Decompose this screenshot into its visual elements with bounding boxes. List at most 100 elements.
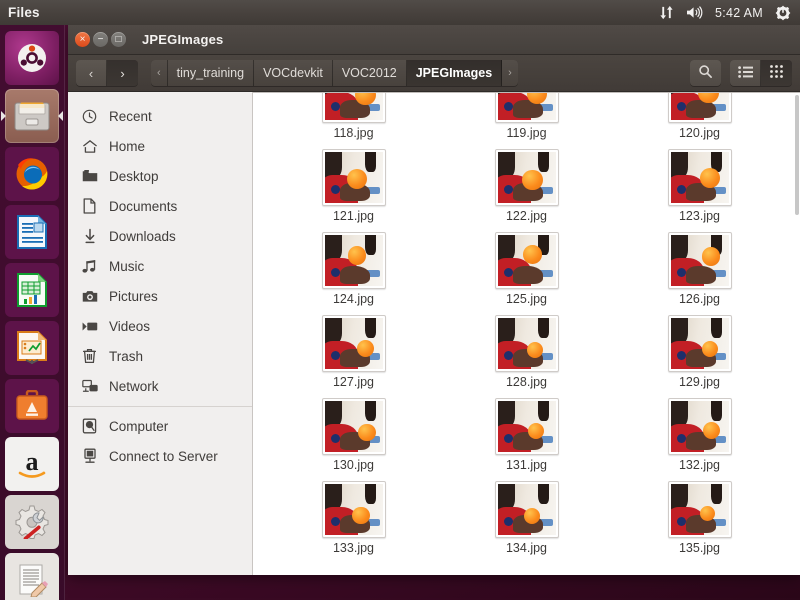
file-item[interactable]: 130.jpg (267, 393, 440, 476)
sidebar-item-videos[interactable]: Videos (68, 311, 252, 341)
search-button-group (690, 60, 721, 86)
file-item[interactable]: 132.jpg (613, 393, 786, 476)
file-thumbnail[interactable] (321, 232, 386, 290)
file-name-label: 118.jpg (333, 126, 374, 141)
sidebar-item-pictures[interactable]: Pictures (68, 281, 252, 311)
thumbnail-image (497, 484, 556, 536)
sidebar-item-desktop[interactable]: Desktop (68, 161, 252, 191)
music-icon (81, 258, 98, 275)
file-thumbnail[interactable] (494, 232, 559, 290)
file-thumbnail[interactable] (321, 315, 386, 373)
window-body: Recent Home Desktop Documents Downloads … (68, 92, 800, 575)
search-button[interactable] (690, 60, 721, 86)
breadcrumb-item-jpegimages[interactable]: JPEGImages (406, 60, 503, 86)
sidebar-item-music[interactable]: Music (68, 251, 252, 281)
sidebar-item-home[interactable]: Home (68, 131, 252, 161)
file-item[interactable]: 124.jpg (267, 227, 440, 310)
launcher-item-files[interactable] (5, 89, 59, 143)
file-thumbnail[interactable] (321, 149, 386, 207)
close-button[interactable]: × (75, 32, 90, 47)
file-name-label: 126.jpg (678, 292, 720, 307)
sidebar-item-computer[interactable]: Computer (68, 411, 252, 441)
minimize-button[interactable]: − (93, 32, 108, 47)
file-item[interactable]: 119.jpg (440, 93, 613, 144)
file-thumbnail[interactable] (321, 398, 386, 456)
file-icon-view[interactable]: 118.jpg 119.jpg 120.jpg 121.jpg 122.jpg 123.j… (253, 92, 800, 575)
file-thumbnail[interactable] (667, 315, 732, 373)
sidebar-item-connect-to-server[interactable]: Connect to Server (68, 441, 252, 471)
file-item[interactable]: 127.jpg (267, 310, 440, 393)
thumbnail-image (670, 484, 729, 536)
maximize-button[interactable]: □ (111, 32, 126, 47)
sidebar-item-trash[interactable]: Trash (68, 341, 252, 371)
launcher-item-firefox[interactable] (5, 147, 59, 201)
launcher-item-ubuntu-dash[interactable] (5, 31, 59, 85)
list-view-button[interactable] (730, 60, 761, 86)
launcher-item-libreoffice-writer[interactable] (5, 205, 59, 259)
file-item[interactable]: 133.jpg (267, 476, 440, 559)
network-icon[interactable] (659, 0, 674, 25)
file-thumbnail[interactable] (494, 481, 559, 539)
file-item[interactable]: 122.jpg (440, 144, 613, 227)
file-item[interactable]: 121.jpg (267, 144, 440, 227)
file-thumbnail[interactable] (494, 315, 559, 373)
clock[interactable]: 5:42 AM (715, 6, 763, 20)
ball-object (521, 169, 543, 191)
file-thumbnail[interactable] (667, 398, 732, 456)
file-name-label: 120.jpg (678, 126, 720, 141)
launcher-item-libreoffice-calc[interactable] (5, 263, 59, 317)
network-icon (81, 378, 98, 395)
file-item[interactable]: 128.jpg (440, 310, 613, 393)
file-thumbnail[interactable] (667, 481, 732, 539)
file-thumbnail[interactable] (321, 93, 386, 124)
panel-app-name[interactable]: Files (8, 5, 40, 20)
file-item[interactable]: 135.jpg (613, 476, 786, 559)
grid-view-button[interactable] (761, 60, 792, 86)
breadcrumb-item-vocdevkit[interactable]: VOCdevkit (254, 60, 333, 86)
file-item[interactable]: 123.jpg (613, 144, 786, 227)
file-item[interactable]: 134.jpg (440, 476, 613, 559)
launcher-item-text-editor[interactable] (5, 553, 59, 600)
file-item[interactable]: 125.jpg (440, 227, 613, 310)
file-item[interactable]: 126.jpg (613, 227, 786, 310)
breadcrumb-item-voc2012[interactable]: VOC2012 (332, 60, 407, 86)
file-thumbnail[interactable] (494, 149, 559, 207)
sidebar-item-documents[interactable]: Documents (68, 191, 252, 221)
firefox-icon (14, 156, 50, 192)
file-thumbnail[interactable] (494, 398, 559, 456)
system-settings-icon (15, 505, 49, 539)
launcher-item-amazon[interactable]: a (5, 437, 59, 491)
file-thumbnail[interactable] (667, 93, 732, 124)
file-item[interactable]: 129.jpg (613, 310, 786, 393)
window-titlebar[interactable]: × − □ JPEGImages (68, 25, 800, 55)
breadcrumb-item-tiny-training[interactable]: tiny_training (167, 60, 255, 86)
volume-icon[interactable] (686, 0, 703, 25)
launcher-item-ubuntu-software[interactable] (5, 379, 59, 433)
launcher-item-libreoffice-impress[interactable] (5, 321, 59, 375)
sidebar-item-downloads[interactable]: Downloads (68, 221, 252, 251)
back-button[interactable]: ‹ (76, 60, 107, 86)
grid-view-icon (770, 65, 783, 81)
files-icon (13, 99, 51, 133)
forward-button[interactable]: › (107, 60, 138, 86)
sidebar-item-network[interactable]: Network (68, 371, 252, 401)
thumbnail-image (670, 235, 729, 287)
file-item[interactable]: 131.jpg (440, 393, 613, 476)
ball-object (527, 422, 544, 439)
file-item[interactable]: 118.jpg (267, 93, 440, 144)
folder-icon (81, 168, 98, 185)
breadcrumb-prev-arrow[interactable]: ‹ (151, 60, 168, 86)
file-thumbnail[interactable] (667, 232, 732, 290)
sidebar-item-label: Pictures (109, 288, 158, 304)
session-menu-icon[interactable] (775, 0, 791, 25)
breadcrumb-next-arrow[interactable]: › (502, 60, 518, 86)
file-thumbnail[interactable] (494, 93, 559, 124)
file-item[interactable]: 120.jpg (613, 93, 786, 144)
file-thumbnail[interactable] (321, 481, 386, 539)
file-thumbnail[interactable] (667, 149, 732, 207)
sidebar-item-label: Videos (109, 318, 151, 334)
sidebar-item-recent[interactable]: Recent (68, 101, 252, 131)
sidebar-item-label: Desktop (109, 168, 159, 184)
launcher-item-system-settings[interactable] (5, 495, 59, 549)
sidebar-item-label: Computer (109, 418, 169, 434)
